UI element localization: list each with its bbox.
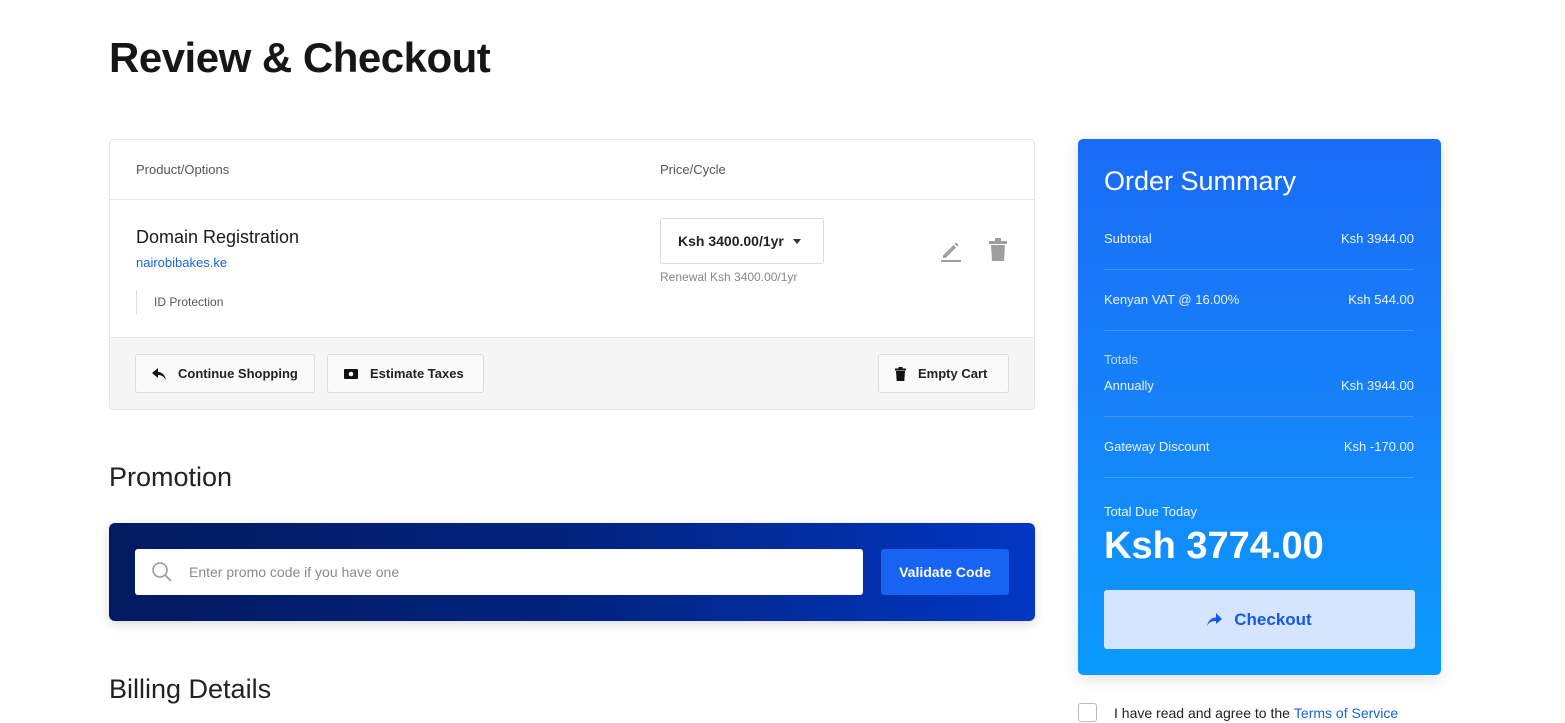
checkout-button[interactable]: Checkout <box>1104 590 1415 649</box>
money-icon <box>344 368 358 379</box>
totals-label: Totals <box>1104 352 1138 367</box>
item-name: Domain Registration <box>136 227 300 247</box>
discount-value: Ksh -170.00 <box>1343 439 1414 454</box>
subtotal-label: Subtotal <box>1104 231 1152 246</box>
promo-code-input[interactable] <box>189 549 849 595</box>
cart-table: Product/Options Price/Cycle Domain Regis… <box>109 139 1035 410</box>
arrow-icon <box>1207 613 1223 626</box>
item-option: ID Protection <box>136 290 223 314</box>
total-due-label: Total Due Today <box>1104 504 1197 519</box>
tos-checkbox[interactable] <box>1078 703 1097 722</box>
discount-row: Gateway Discount Ksh -170.00 <box>1104 439 1414 478</box>
subtotal-value: Ksh 3944.00 <box>1340 231 1414 246</box>
caret-down-icon <box>792 238 801 244</box>
edit-icon[interactable] <box>939 238 963 262</box>
empty-cart-button[interactable]: Empty Cart <box>878 354 1009 393</box>
vat-row: Kenyan VAT @ 16.00% Ksh 544.00 <box>1104 292 1414 331</box>
tos-text: I have read and agree to the <box>1114 704 1290 721</box>
discount-label: Gateway Discount <box>1104 439 1210 454</box>
order-summary: Order Summary Subtotal Ksh 3944.00 Kenya… <box>1078 139 1441 675</box>
renewal-price: Renewal Ksh 3400.00/1yr <box>660 270 798 284</box>
continue-shopping-button[interactable]: Continue Shopping <box>135 354 315 393</box>
trash-icon <box>895 366 906 381</box>
promo-panel: Validate Code <box>109 523 1035 621</box>
billing-details-title: Billing Details <box>109 674 272 704</box>
estimate-taxes-label: Estimate Taxes <box>370 366 464 381</box>
order-summary-title: Order Summary <box>1104 166 1297 196</box>
promo-input-wrapper <box>135 549 863 595</box>
annually-value: Ksh 3944.00 <box>1340 378 1414 393</box>
cart-actions: Continue Shopping Estimate Taxes Empty C… <box>110 337 1034 409</box>
validate-code-button[interactable]: Validate Code <box>881 549 1009 595</box>
estimate-taxes-button[interactable]: Estimate Taxes <box>327 354 484 393</box>
tos-link[interactable]: Terms of Service <box>1294 705 1398 721</box>
header-price: Price/Cycle <box>660 162 726 177</box>
search-icon <box>152 562 172 582</box>
cart-item: Domain Registration nairobibakes.ke ID P… <box>110 200 1034 337</box>
page-title: Review & Checkout <box>109 34 491 81</box>
tos-agreement: I have read and agree to the Terms of Se… <box>1078 703 1398 722</box>
header-product: Product/Options <box>136 162 230 177</box>
item-domain-link[interactable]: nairobibakes.ke <box>136 255 227 270</box>
checkout-label: Checkout <box>1234 609 1312 629</box>
reply-icon <box>152 367 166 380</box>
annually-label: Annually <box>1104 378 1154 393</box>
total-due-amount: Ksh 3774.00 <box>1104 525 1324 567</box>
subtotal-row: Subtotal Ksh 3944.00 <box>1104 231 1414 270</box>
empty-cart-label: Empty Cart <box>918 366 988 381</box>
totals-row: Totals Annually Ksh 3944.00 <box>1104 352 1414 417</box>
billing-cycle-select[interactable]: Ksh 3400.00/1yr <box>660 218 824 264</box>
vat-label: Kenyan VAT @ 16.00% <box>1104 292 1240 307</box>
cart-header: Product/Options Price/Cycle <box>110 140 1034 200</box>
trash-icon[interactable] <box>988 238 1008 262</box>
vat-value: Ksh 544.00 <box>1348 292 1414 307</box>
promotion-title: Promotion <box>109 462 233 492</box>
continue-shopping-label: Continue Shopping <box>178 366 298 381</box>
billing-cycle-value: Ksh 3400.00/1yr <box>678 233 784 249</box>
